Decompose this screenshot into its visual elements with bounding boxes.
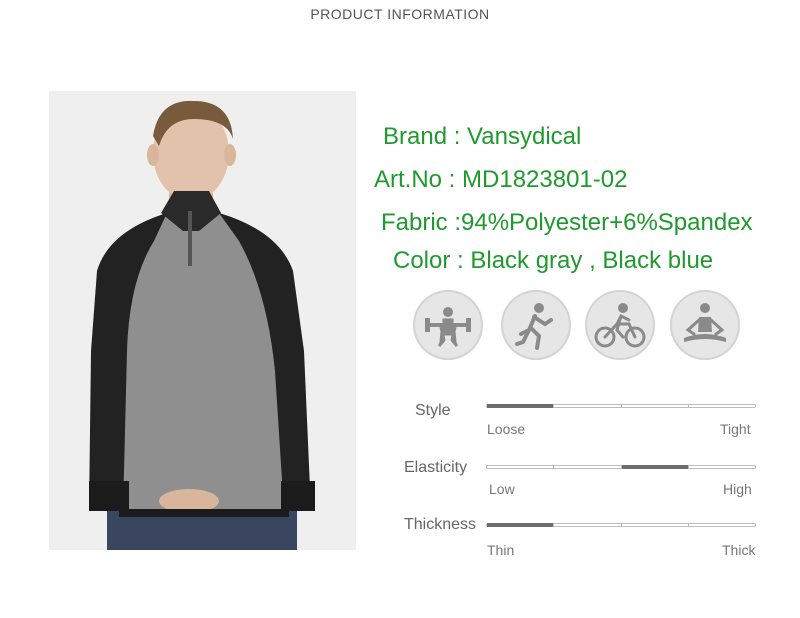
model-wearing-shirt-image	[49, 91, 356, 550]
elasticity-high-label: High	[723, 481, 752, 497]
product-photo	[49, 91, 356, 550]
running-icon	[501, 290, 571, 360]
elasticity-low-label: Low	[489, 481, 515, 497]
art-no-text: Art.No : MD1823801-02	[374, 166, 628, 193]
thickness-high-label: Thick	[722, 542, 756, 558]
color-text: Color : Black gray , Black blue	[393, 247, 714, 274]
thickness-scale-bar	[486, 523, 756, 527]
style-high-label: Tight	[720, 421, 751, 437]
elasticity-scale-bar	[486, 465, 756, 469]
elasticity-scale-label: Elasticity	[404, 459, 468, 476]
brand-text: Brand : Vansydical	[383, 123, 582, 150]
page-title: PRODUCT INFORMATION	[310, 6, 490, 22]
cycling-icon	[585, 290, 655, 360]
thickness-scale-label: Thickness	[404, 516, 477, 533]
style-scale-label: Style	[415, 402, 451, 419]
style-low-label: Loose	[487, 421, 526, 437]
style-scale-bar	[486, 404, 756, 408]
weightlifting-icon	[413, 290, 483, 360]
fabric-text: Fabric :94%Polyester+6%Spandex	[381, 209, 753, 236]
yoga-icon	[670, 290, 740, 360]
thickness-low-label: Thin	[487, 542, 515, 558]
